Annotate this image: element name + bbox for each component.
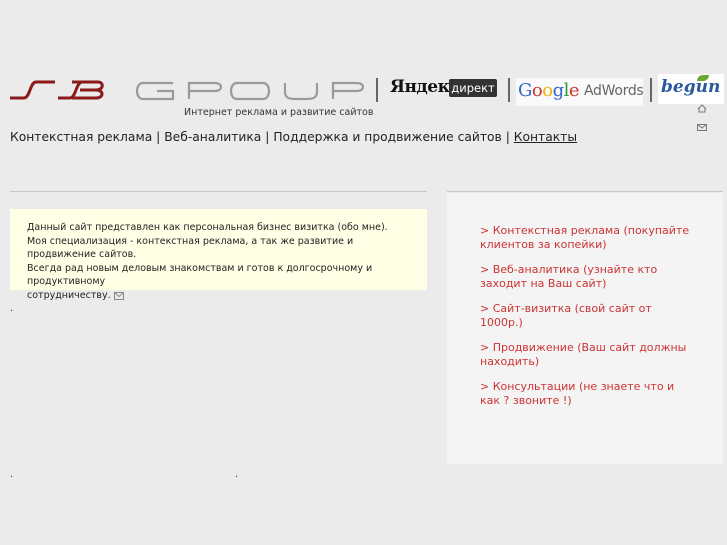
google-adwords-label: AdWords — [584, 83, 644, 99]
google-name: Google — [518, 80, 580, 101]
nav-context-ads[interactable]: Контекстная реклама — [10, 130, 152, 144]
tagline: Интернет реклама и развитие сайтов — [184, 107, 374, 118]
service-web-analytics[interactable]: > Веб-аналитика (узнайте кто заходит на … — [480, 263, 695, 290]
services-list: > Контекстная реклама (покупайте клиенто… — [480, 224, 695, 419]
intro-line: сотрудничеству. — [27, 289, 417, 303]
dot: . — [10, 303, 14, 314]
main-nav: Контекстная реклама | Веб-аналитика | По… — [10, 130, 577, 144]
service-context-ads[interactable]: > Контекстная реклама (покупайте клиенто… — [480, 224, 695, 251]
header-icons — [697, 98, 727, 136]
home-icon[interactable] — [697, 98, 707, 113]
nav-separator: | — [152, 130, 165, 144]
divider-right — [447, 191, 723, 192]
logo-group — [135, 81, 365, 101]
begun-name: begun — [661, 77, 721, 97]
nav-separator: | — [501, 130, 514, 144]
divider-left — [10, 191, 427, 192]
nav-separator: | — [261, 130, 274, 144]
header: Интернет реклама и развитие сайтов Яндек… — [0, 0, 727, 131]
nav-web-analytics[interactable]: Веб-аналитика — [164, 130, 261, 144]
divider — [650, 78, 652, 102]
service-promotion[interactable]: > Продвижение (Ваш сайт должны находить) — [480, 341, 695, 368]
yandex-direct-logo[interactable]: Яндекс директ — [389, 74, 499, 100]
intro-box: Данный сайт представлен как персональная… — [10, 209, 427, 301]
service-business-card-site[interactable]: > Сайт-визитка (свой сайт от 1000р.) — [480, 302, 695, 329]
google-adwords-logo[interactable]: Google AdWords — [516, 78, 644, 106]
yandex-direct-label: директ — [449, 79, 497, 97]
divider — [508, 78, 510, 102]
services-sidebar: > Контекстная реклама (покупайте клиенто… — [447, 193, 723, 464]
mail-icon[interactable] — [113, 291, 124, 300]
mail-icon[interactable] — [697, 117, 707, 131]
intro-line: Всегда рад новым деловым знакомствам и г… — [27, 262, 373, 288]
intro-line: Моя специализация - контекстная реклама,… — [27, 235, 354, 261]
dot: . — [235, 469, 239, 480]
logo-s3[interactable] — [10, 80, 105, 100]
service-consulting[interactable]: > Консультации (не знаете что и как ? зв… — [480, 380, 695, 407]
nav-support-promotion[interactable]: Поддержка и продвижение сайтов — [273, 130, 501, 144]
intro-line: Данный сайт представлен как персональная… — [27, 222, 388, 233]
nav-contacts[interactable]: Контакты — [514, 130, 577, 144]
dot: . — [10, 469, 14, 480]
divider — [376, 78, 378, 102]
